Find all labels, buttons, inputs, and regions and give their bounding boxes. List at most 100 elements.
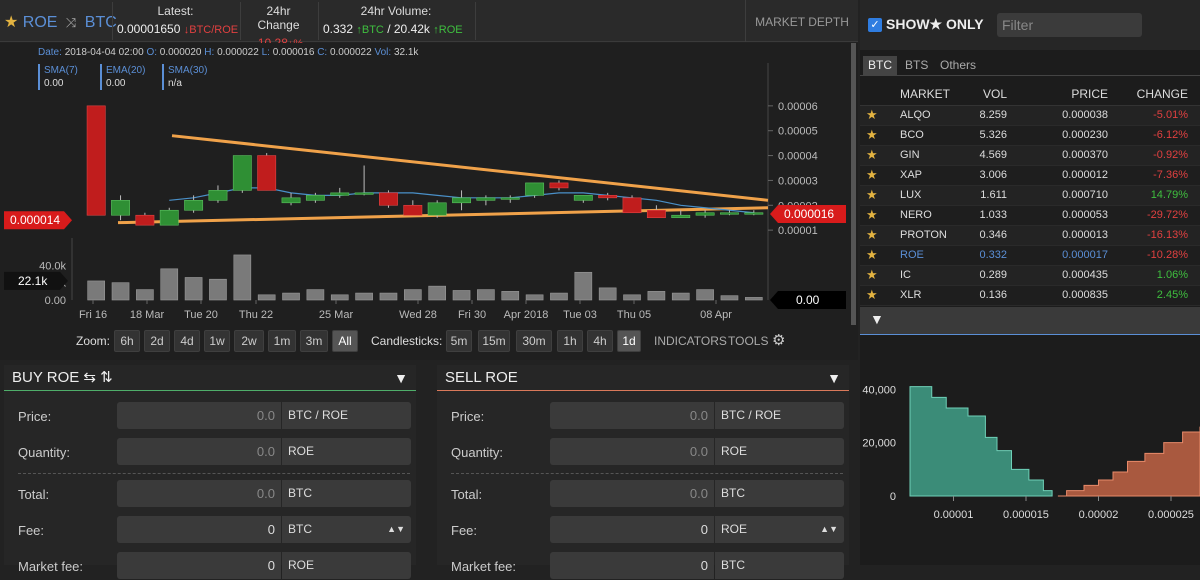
depth-y-tick-label: 40,000 [862,384,896,396]
indicator-sma7[interactable]: SMA(7) 0.00 [38,64,78,90]
market-name: PROTON [900,229,947,241]
favorite-star-icon[interactable]: ★ [866,227,878,243]
favorite-star-icon[interactable]: ★ [4,14,18,31]
candle-1h-button[interactable]: 1h [557,330,583,352]
tab-bts[interactable]: BTS [900,56,933,76]
buy-fee-select[interactable]: BTC ▲▼ [282,516,411,543]
candle-30m-button[interactable]: 30m [516,330,552,352]
zoom-6h-button[interactable]: 6h [114,330,140,352]
y-tick-label: 0.00004 [778,151,818,163]
zoom-1w-button[interactable]: 1w [204,330,230,352]
col-market[interactable]: MARKET [900,87,950,101]
indicators-button[interactable]: INDICATORS [654,334,727,348]
volume-btc-unit: ↑BTC [356,24,384,36]
zoom-4d-button[interactable]: 4d [174,330,200,352]
price-chart[interactable]: 0.000060.000050.000040.000030.000020.000… [0,43,858,360]
table-row[interactable]: ★ XLR 0.136 0.000835 2.45% [860,286,1200,306]
show-starred-checkbox[interactable]: ✓ [868,18,882,32]
base-asset[interactable]: ROE [23,14,58,31]
buy-quantity-row: Quantity: 0.0 ROE [4,438,416,466]
price-label: Price: [451,409,485,424]
candle-up [427,202,447,216]
sell-price-input[interactable]: 0.0 [550,402,714,429]
collapse-triangle-icon[interactable]: ▼ [394,365,408,391]
collapse-triangle-icon[interactable]: ▼ [870,311,884,327]
market-depth-button[interactable]: MARKET DEPTH [745,0,858,42]
zoom-all-button[interactable]: All [332,330,358,352]
volume-bar [379,292,398,301]
sell-total-input[interactable]: 0.0 [550,480,714,507]
table-row[interactable]: ★ ROE 0.332 0.000017 -10.28% [860,246,1200,266]
zoom-2w-button[interactable]: 2w [234,330,264,352]
market-pair[interactable]: ★ ROE ⤨ BTC [4,12,117,32]
candle-up [476,197,496,201]
candle-1d-button[interactable]: 1d [617,330,641,352]
buy-panel-header[interactable]: BUY ROE ⇆ ⇅ ▼ [4,365,416,391]
sell-fee-input[interactable]: 0 [550,516,714,543]
favorite-star-icon[interactable]: ★ [866,287,878,303]
y-tick-label: 0.00003 [778,175,818,187]
favorite-star-icon[interactable]: ★ [866,267,878,283]
favorite-star-icon[interactable]: ★ [866,107,878,123]
table-row[interactable]: ★ NERO 1.033 0.000053 -29.72% [860,206,1200,226]
favorite-star-icon[interactable]: ★ [866,247,878,263]
swap-icon[interactable]: ⤨ [66,15,76,30]
favorite-star-icon[interactable]: ★ [866,127,878,143]
col-change[interactable]: CHANGE [1137,87,1188,101]
sell-total-row: Total: 0.0 BTC [437,480,849,508]
collapse-triangle-icon[interactable]: ▼ [827,365,841,391]
candle-15m-button[interactable]: 15m [478,330,510,352]
table-row[interactable]: ★ ALQO 8.259 0.000038 -5.01% [860,106,1200,126]
price-label: Price: [18,409,52,424]
table-row[interactable]: ★ IC 0.289 0.000435 1.06% [860,266,1200,286]
col-vol[interactable]: VOL [983,87,1007,101]
market-vol: 0.136 [979,289,1007,301]
buy-quantity-input[interactable]: 0.0 [117,438,281,465]
table-row[interactable]: ★ LUX 1.611 0.000710 14.79% [860,186,1200,206]
ticker-bar: ★ ROE ⤨ BTC Latest: 0.00001650 ↓BTC/ROE … [0,0,858,50]
settings-gear-icon[interactable]: ⚙ [772,331,785,349]
candle-5m-button[interactable]: 5m [446,330,472,352]
candle-up [232,155,252,191]
sell-fee-select[interactable]: ROE ▲▼ [715,516,844,543]
zoom-3m-button[interactable]: 3m [300,330,328,352]
x-tick-label: Fri 30 [458,309,486,321]
filter-input[interactable] [997,13,1142,37]
candle-up [330,192,350,196]
tools-button[interactable]: TOOLS [728,334,768,348]
depth-chart[interactable]: 40,000 20,000 0 0.00001 0.000015 0.00002 0.000… [860,336,1200,565]
zoom-2d-button[interactable]: 2d [144,330,170,352]
table-row[interactable]: ★ PROTON 0.346 0.000013 -16.13% [860,226,1200,246]
x-tick-label: 08 Apr [700,309,732,321]
open-value: 0.000020 [159,47,202,58]
depth-toggle-bar[interactable]: ▼ [860,307,1200,335]
table-row[interactable]: ★ XAP 3.006 0.000012 -7.36% [860,166,1200,186]
show-starred-label[interactable]: SHOW★ ONLY [886,16,984,33]
favorite-star-icon[interactable]: ★ [866,147,878,163]
tab-btc[interactable]: BTC [863,56,897,76]
market-change: -7.36% [1153,169,1188,181]
buy-price-input[interactable]: 0.0 [117,402,281,429]
x-tick-label: Tue 03 [563,309,597,321]
table-row[interactable]: ★ BCO 5.326 0.000230 -6.12% [860,126,1200,146]
favorite-star-icon[interactable]: ★ [866,207,878,223]
indicator-ema20[interactable]: EMA(20) 0.00 [100,64,145,90]
col-price[interactable]: PRICE [1071,87,1108,101]
tab-others[interactable]: Others [935,56,981,76]
indicator-sma30[interactable]: SMA(30) n/a [162,64,207,90]
buy-fee-row: Fee: 0 BTC ▲▼ [4,516,416,544]
buy-market-fee-row: Market fee: 0 ROE [4,552,416,580]
sell-price-row: Price: 0.0 BTC / ROE [437,402,849,430]
favorite-star-icon[interactable]: ★ [866,167,878,183]
market-name: ROE [900,249,924,261]
depth-x-tick-label: 0.00002 [1079,509,1119,521]
candle-4h-button[interactable]: 4h [587,330,613,352]
buy-fee-input[interactable]: 0 [117,516,281,543]
buy-total-input[interactable]: 0.0 [117,480,281,507]
volume-bar [744,297,763,301]
sell-quantity-input[interactable]: 0.0 [550,438,714,465]
table-row[interactable]: ★ GIN 4.569 0.000370 -0.92% [860,146,1200,166]
zoom-1m-button[interactable]: 1m [268,330,296,352]
favorite-star-icon[interactable]: ★ [866,187,878,203]
sell-panel-header[interactable]: SELL ROE ▼ [437,365,849,391]
